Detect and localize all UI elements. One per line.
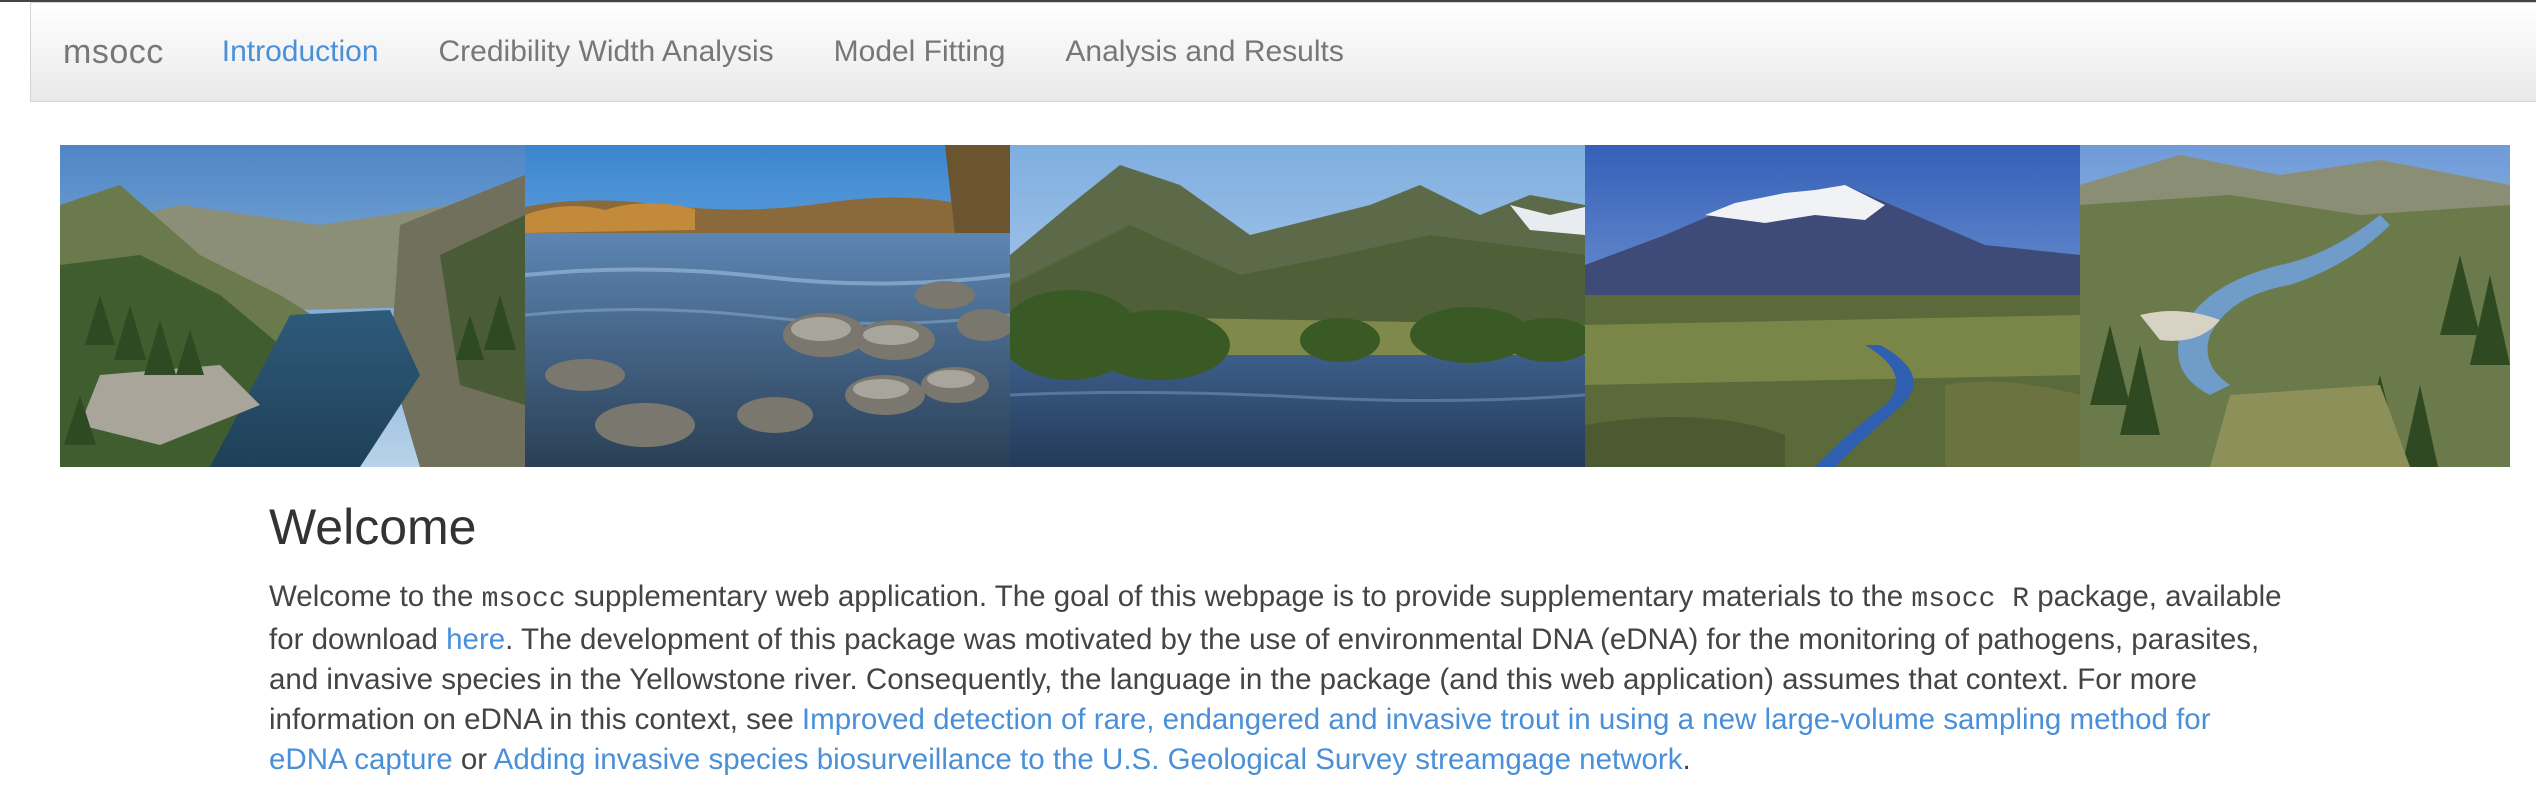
tab-analysis-and-results[interactable]: Analysis and Results: [1035, 35, 1373, 69]
mountain-river-photo: [1010, 145, 1585, 467]
package-r-code: msocc R: [1911, 584, 2030, 615]
tab-credibility-width-analysis[interactable]: Credibility Width Analysis: [409, 35, 804, 69]
meandering-river-valley-photo: [2080, 145, 2510, 467]
main-content: Welcome Welcome to the msocc supplementa…: [269, 500, 2289, 780]
tab-model-fitting[interactable]: Model Fitting: [804, 35, 1036, 69]
navbar: msocc Introduction Credibility Width Ana…: [30, 2, 2536, 102]
intro-paragraph: Welcome to the msocc supplementary web a…: [269, 577, 2289, 780]
intro-text-6: .: [1682, 743, 1691, 776]
usgs-biosurveillance-link[interactable]: Adding invasive species biosurveillance …: [494, 743, 1683, 776]
intro-text-2: supplementary web application. The goal …: [565, 580, 1912, 613]
intro-text-1: Welcome to the: [269, 580, 482, 613]
brand-title[interactable]: msocc: [63, 33, 164, 72]
package-name-code: msocc: [481, 584, 566, 615]
river-canyon-photo: [60, 145, 525, 467]
tab-introduction[interactable]: Introduction: [192, 35, 409, 69]
snowy-mountain-valley-photo: [1585, 145, 2080, 467]
download-here-link[interactable]: here: [446, 623, 505, 656]
page-title: Welcome: [269, 499, 477, 555]
landscape-banner: [60, 145, 2510, 467]
intro-text-5: or: [452, 743, 494, 776]
rocky-river-photo: [525, 145, 1010, 467]
